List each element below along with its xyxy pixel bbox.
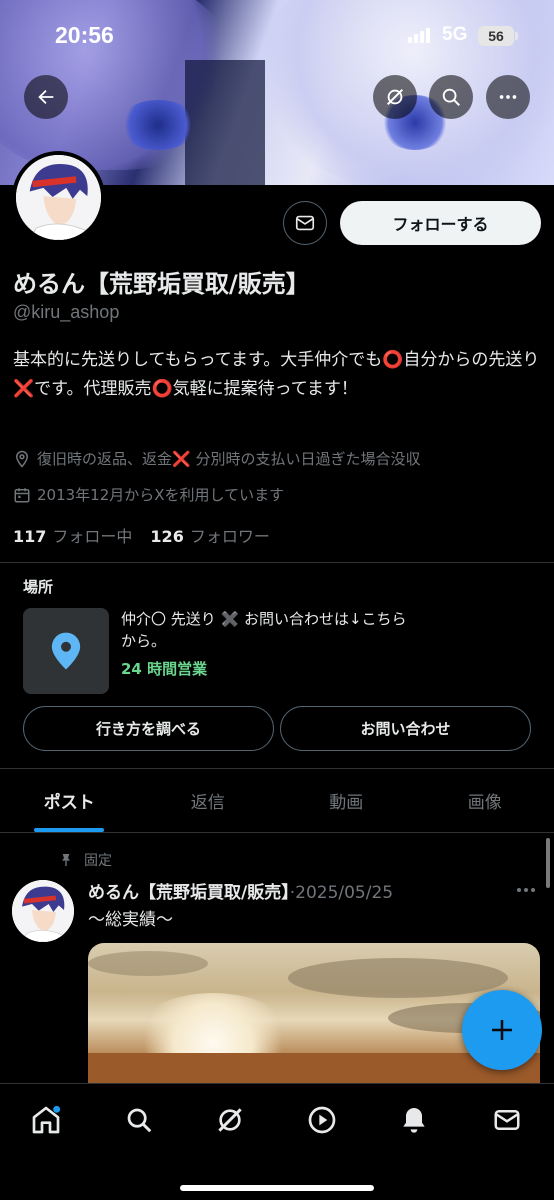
back-arrow-icon — [38, 89, 54, 105]
pin-icon — [62, 854, 70, 866]
followers-link[interactable]: 126 フォロワー — [150, 523, 269, 547]
location-section-title: 場所 — [23, 578, 54, 596]
pinned-indicator: 固定 — [58, 850, 112, 870]
tab-media[interactable]: 画像 — [416, 768, 554, 832]
tab-videos[interactable]: 動画 — [277, 768, 416, 832]
location-pin-icon — [15, 450, 29, 468]
tab-posts[interactable]: ポスト — [0, 768, 139, 832]
explore-icon — [127, 1108, 152, 1133]
map-pin-icon — [51, 632, 81, 670]
post-date[interactable]: ·2025/05/25 — [290, 883, 393, 903]
post-avatar[interactable] — [12, 880, 74, 942]
status-bar: 20:56 5G 56 — [0, 0, 554, 70]
search-button[interactable] — [429, 75, 473, 119]
post-author[interactable]: めるん【荒野垢買取/販売】 — [88, 883, 290, 903]
back-button[interactable] — [24, 75, 68, 119]
network-type: 5G — [442, 24, 468, 45]
calendar-icon — [14, 487, 30, 502]
post-more-button[interactable] — [514, 878, 538, 907]
bottom-navigation — [0, 1083, 554, 1200]
tab-replies[interactable]: 返信 — [139, 768, 278, 832]
display-name: めるん【荒野垢買取/販売】 — [13, 270, 310, 298]
joined-text: 2013年12月からXを利用しています — [37, 486, 285, 504]
contact-button[interactable]: お問い合わせ — [280, 706, 531, 751]
profile-bio: 基本的に先送りしてもらってます。大手仲介でも⭕自分からの先送り❌です。代理販売⭕… — [13, 350, 540, 399]
map-thumbnail[interactable] — [23, 608, 109, 694]
following-link[interactable]: 117 フォロー中 — [13, 523, 132, 547]
post-header: めるん【荒野垢買取/販売】·2025/05/25 — [88, 878, 393, 903]
more-icon — [499, 95, 517, 99]
profile-tabs: ポスト 返信 動画 画像 — [0, 768, 554, 832]
location-description: 仲介〇 先送り ✖️ お問い合わせは↓こちらから。 — [121, 610, 407, 650]
messages-icon — [494, 1110, 520, 1130]
following-count: 117 — [13, 527, 47, 546]
scrollbar[interactable] — [546, 838, 550, 888]
status-time: 20:56 — [55, 22, 114, 48]
battery-indicator: 56 — [478, 26, 518, 46]
message-button[interactable] — [283, 201, 327, 245]
nav-explore[interactable] — [121, 1102, 157, 1138]
follow-button[interactable]: フォローする — [340, 201, 541, 245]
grok-icon — [218, 1108, 242, 1132]
grok-button[interactable] — [373, 75, 417, 119]
video-icon — [308, 1106, 336, 1134]
home-icon — [32, 1105, 61, 1134]
plus-icon — [492, 1020, 512, 1040]
mail-icon — [295, 215, 315, 231]
divider — [0, 832, 554, 833]
nav-messages[interactable] — [489, 1102, 525, 1138]
profile-location: 復旧時の返品、返金❌ 分別時の支払い日過ぎた場合没収 — [13, 448, 420, 469]
following-label: フォロー中 — [52, 527, 133, 546]
cellular-signal-icon — [408, 28, 430, 43]
followers-label: フォロワー — [189, 527, 270, 546]
divider — [0, 562, 554, 563]
nav-video[interactable] — [304, 1102, 340, 1138]
grok-icon — [386, 88, 404, 106]
followers-count: 126 — [150, 527, 184, 546]
location-text: 復旧時の返品、返金❌ 分別時の支払い日過ぎた場合没収 — [37, 450, 421, 468]
profile-avatar[interactable] — [12, 151, 105, 244]
business-hours: 24 時間営業 — [121, 660, 208, 678]
more-button[interactable] — [486, 75, 530, 119]
pinned-label: 固定 — [84, 853, 112, 869]
compose-post-button[interactable] — [462, 990, 542, 1070]
nav-notifications[interactable] — [396, 1102, 432, 1138]
search-icon — [442, 88, 460, 106]
directions-button[interactable]: 行き方を調べる — [23, 706, 274, 751]
more-icon — [517, 888, 535, 892]
bell-icon — [403, 1108, 425, 1133]
user-handle: @kiru_ashop — [13, 302, 120, 322]
nav-home[interactable] — [28, 1102, 64, 1138]
home-indicator[interactable] — [180, 1185, 374, 1191]
post-text: 〜総実績〜 — [88, 910, 173, 930]
follow-counts: 117 フォロー中 126 フォロワー — [13, 523, 270, 547]
profile-joined: 2013年12月からXを利用しています — [13, 484, 284, 505]
nav-grok[interactable] — [212, 1102, 248, 1138]
